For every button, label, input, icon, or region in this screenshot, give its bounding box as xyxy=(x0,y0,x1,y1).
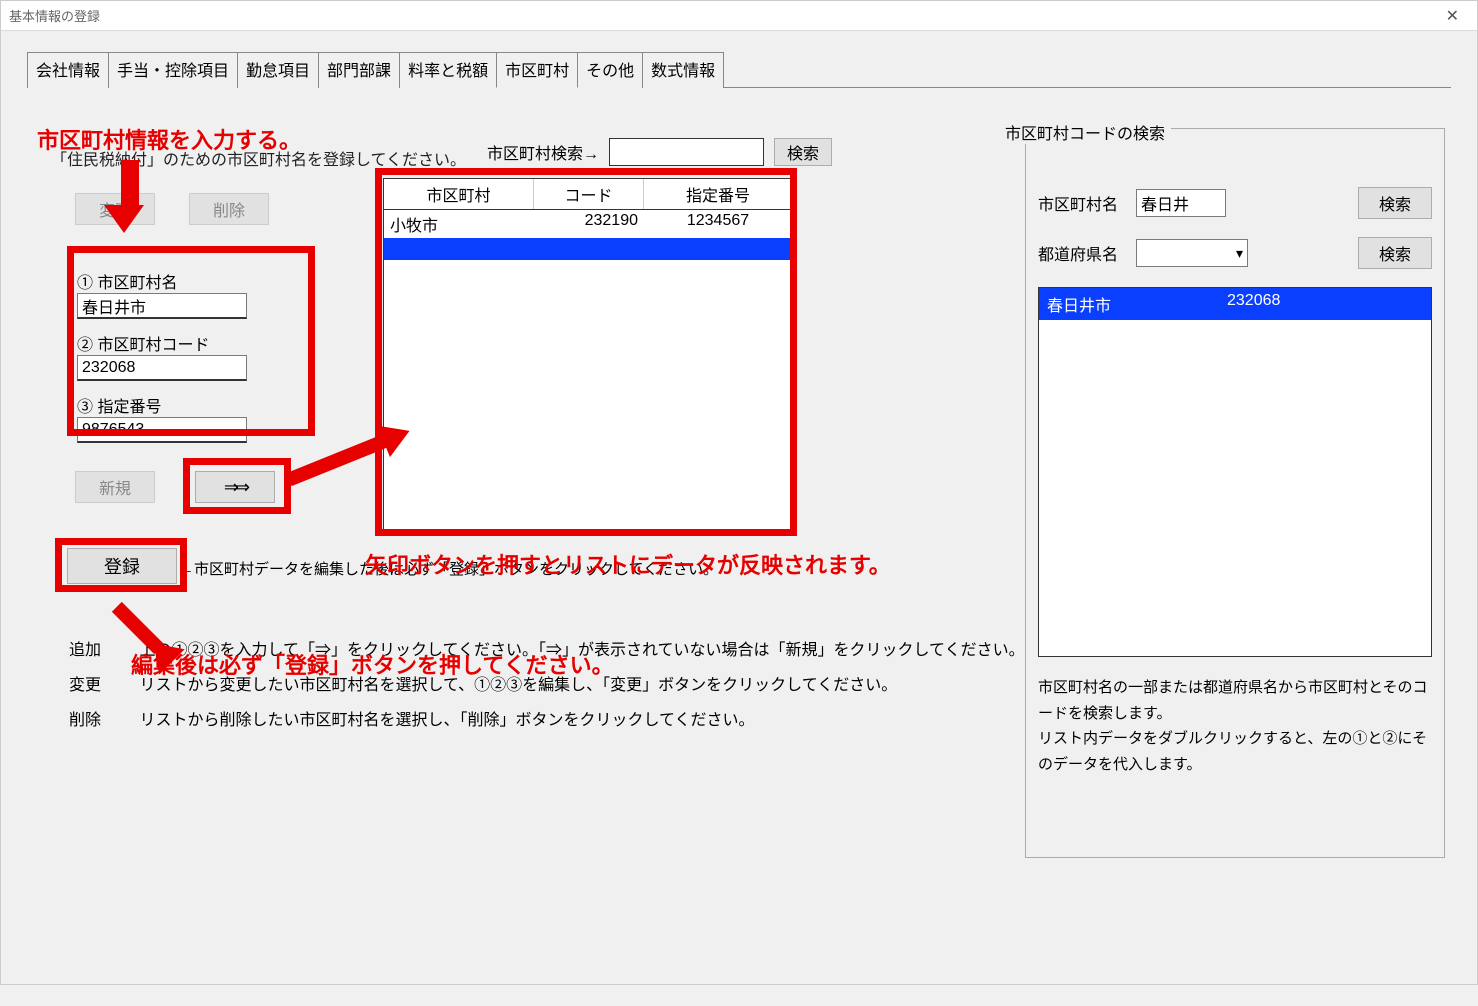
col-num: 指定番号 xyxy=(644,179,792,209)
help-text: 追加 上の①②③を入力して「⇒」をクリックしてください。「⇒」が表示されていない… xyxy=(69,633,1025,739)
help-add-txt: 上の①②③を入力して「⇒」をクリックしてください。「⇒」が表示されていない場合は… xyxy=(139,642,1024,659)
col-code: コード xyxy=(534,179,644,209)
app-window: 基本情報の登録 ✕ 会社情報 手当・控除項目 勤怠項目 部門部課 料率と税額 市… xyxy=(0,0,1478,985)
sp-cityname-input[interactable] xyxy=(1136,189,1226,217)
field2-label: ② 市区町村コード xyxy=(77,331,299,355)
sp-list-row[interactable]: 春日井市 232068 xyxy=(1039,288,1431,320)
tab-city[interactable]: 市区町村 xyxy=(496,52,578,88)
cell-city: 小牧市 xyxy=(384,210,534,238)
tab-company[interactable]: 会社情報 xyxy=(27,52,109,88)
sp-pref-search-button[interactable]: 検索 xyxy=(1358,237,1432,269)
city-list[interactable]: 市区町村 コード 指定番号 小牧市 232190 1234567 xyxy=(383,178,793,530)
new-button[interactable]: 新規 xyxy=(75,471,155,503)
tab-department[interactable]: 部門部課 xyxy=(318,52,400,88)
tab-other[interactable]: その他 xyxy=(577,52,643,88)
code-search-panel: 市区町村名 検索 都道府県名 ▾ 検索 春日井市 xyxy=(1025,128,1445,858)
tab-attendance[interactable]: 勤怠項目 xyxy=(237,52,319,88)
designation-number-field[interactable] xyxy=(77,417,247,443)
sp-pref-row: 都道府県名 ▾ 検索 xyxy=(1038,237,1432,269)
close-icon[interactable]: ✕ xyxy=(1436,4,1469,28)
content-area: 会社情報 手当・控除項目 勤怠項目 部門部課 料率と税額 市区町村 その他 数式… xyxy=(27,51,1451,958)
city-search-row: 市区町村検索→ 検索 xyxy=(487,138,832,166)
field3-label: ③ 指定番号 xyxy=(77,393,299,417)
page-instruction: 「住民税納付」のための市区町村名を登録してください。 xyxy=(51,146,466,170)
help-del-lbl: 削除 xyxy=(69,703,135,738)
cell-code: 232190 xyxy=(534,210,644,238)
arrow-add-button[interactable]: ⇒⇒ xyxy=(195,471,275,503)
tab-bar: 会社情報 手当・控除項目 勤怠項目 部門部課 料率と税額 市区町村 その他 数式… xyxy=(27,51,1451,88)
search-panel-legend: 市区町村コードの検索 xyxy=(999,120,1171,144)
sp-cell-code: 232068 xyxy=(1227,292,1423,316)
entry-fields: ① 市区町村名 ② 市区町村コード ③ 指定番号 xyxy=(67,253,309,433)
sp-cityname-search-button[interactable]: 検索 xyxy=(1358,187,1432,219)
field1-label: ① 市区町村名 xyxy=(77,269,299,293)
sp-note: 市区町村名の一部または都道府県名から市区町村とそのコードを検索します。 リスト内… xyxy=(1038,675,1432,777)
chevron-down-icon: ▾ xyxy=(1236,245,1243,262)
sp-cell-name: 春日井市 xyxy=(1047,292,1227,316)
register-button[interactable]: 登録 xyxy=(67,548,177,584)
tab-formula[interactable]: 数式情報 xyxy=(642,52,724,88)
help-chg-txt: リストから変更したい市区町村名を選択して、①②③を編集し、「変更」ボタンをクリッ… xyxy=(139,677,897,694)
tab-allowance[interactable]: 手当・控除項目 xyxy=(108,52,238,88)
tab-page-city: 「住民税納付」のための市区町村名を登録してください。 市区町村検索→ 検索 変更… xyxy=(27,88,1451,1006)
sp-result-list[interactable]: 春日井市 232068 xyxy=(1038,287,1432,657)
sp-cityname-label: 市区町村名 xyxy=(1038,191,1126,215)
titlebar: 基本情報の登録 ✕ xyxy=(1,1,1477,31)
change-button[interactable]: 変更 xyxy=(75,193,155,225)
help-add-lbl: 追加 xyxy=(69,633,135,668)
register-note: ←市区町村データを編集した後は必ず「登録」ボタンをクリックしてください。 xyxy=(179,558,718,579)
city-code-field[interactable] xyxy=(77,355,247,381)
list-row-selected[interactable] xyxy=(384,238,792,260)
annotation-arrow-diag-icon xyxy=(286,432,393,486)
tab-rates[interactable]: 料率と税額 xyxy=(399,52,497,88)
cell-num: 1234567 xyxy=(644,210,792,238)
help-del-txt: リストから削除したい市区町村名を選択し、「削除」ボタンをクリックしてください。 xyxy=(139,712,754,729)
window-title: 基本情報の登録 xyxy=(9,6,100,25)
list-row[interactable]: 小牧市 232190 1234567 xyxy=(384,210,792,238)
search-label: 市区町村検索→ xyxy=(487,140,599,164)
city-name-field[interactable] xyxy=(77,293,247,319)
search-button[interactable]: 検索 xyxy=(774,138,832,166)
city-search-input[interactable] xyxy=(609,138,764,166)
delete-button[interactable]: 削除 xyxy=(189,193,269,225)
col-city: 市区町村 xyxy=(384,179,534,209)
list-header: 市区町村 コード 指定番号 xyxy=(384,179,792,210)
sp-cityname-row: 市区町村名 検索 xyxy=(1038,187,1432,219)
sp-pref-select[interactable]: ▾ xyxy=(1136,239,1248,267)
help-chg-lbl: 変更 xyxy=(69,668,135,703)
sp-pref-label: 都道府県名 xyxy=(1038,241,1126,265)
